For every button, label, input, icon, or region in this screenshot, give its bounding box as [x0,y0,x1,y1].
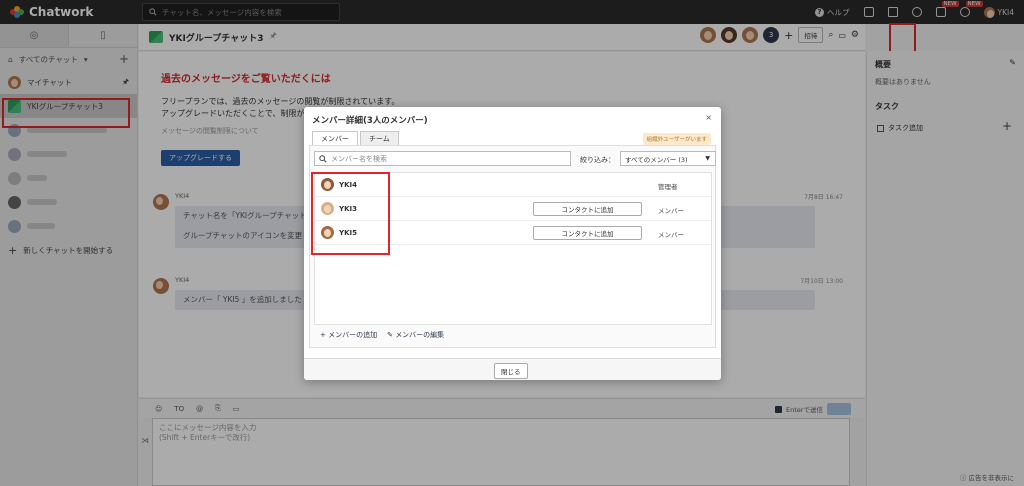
edit-member-link[interactable]: ✎ メンバーの編集 [387,330,444,340]
external-users-badge: 組織外ユーザーがいます [642,133,711,145]
search-icon [319,154,327,163]
tab-members[interactable]: メンバー [312,131,358,146]
highlight-box [311,172,390,255]
add-member-label: メンバーの追加 [328,331,378,339]
close-icon[interactable]: × [705,113,712,122]
filter-value: すべてのメンバー (3) [625,155,688,164]
member-role: メンバー [658,207,684,215]
member-role: メンバー [658,231,684,239]
member-filter-select[interactable]: すべてのメンバー (3) ▼ [620,151,716,166]
add-contact-button[interactable]: コンタクトに追加 [533,202,642,216]
dialog-title: メンバー詳細(3人のメンバー) [312,116,428,126]
edit-member-label: メンバーの編集 [395,331,445,339]
dialog-footer: 閉じる [304,358,721,380]
add-contact-button[interactable]: コンタクトに追加 [533,226,642,240]
filter-label: 絞り込み： [580,156,615,164]
tab-teams[interactable]: チーム [360,131,399,146]
add-member-link[interactable]: + メンバーの追加 [320,330,377,340]
close-button[interactable]: 閉じる [494,363,528,379]
pencil-icon: ✎ [387,331,396,339]
member-search-input[interactable]: メンバー名を検索 [314,151,571,166]
plus-icon: + [320,331,329,339]
member-search-placeholder: メンバー名を検索 [331,154,387,163]
chevron-down-icon: ▼ [705,155,710,162]
member-role: 管理者 [658,183,678,191]
